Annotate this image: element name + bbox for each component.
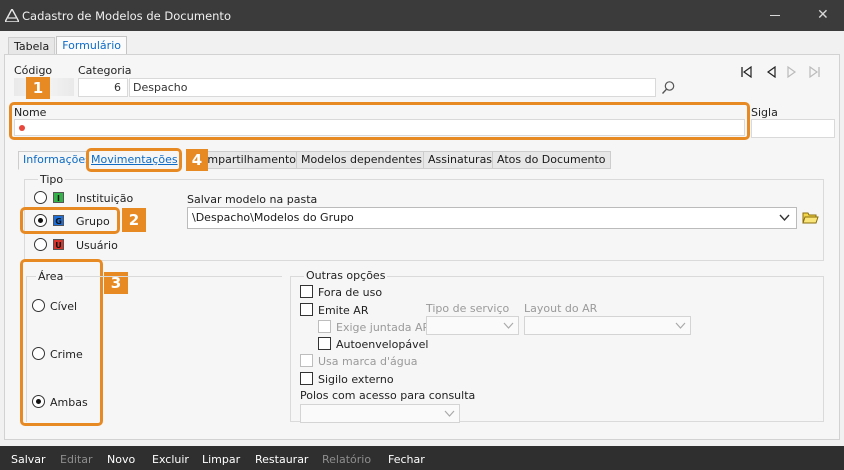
categoria-code-field[interactable]: 6	[78, 78, 128, 97]
outras-opcoes-title: Outras opções	[304, 269, 388, 282]
area-title: Área	[36, 270, 66, 283]
fora-de-uso-label[interactable]: Fora de uso	[318, 286, 382, 299]
tipo-instituicao-radio[interactable]	[34, 191, 47, 204]
next-record-icon	[787, 66, 797, 78]
close-window-button[interactable]: ✕	[817, 8, 829, 22]
nome-field[interactable]	[14, 119, 745, 136]
last-record-icon	[809, 66, 820, 78]
usa-marca-dagua-checkbox	[300, 354, 313, 367]
instituicao-icon: I	[53, 192, 64, 203]
novo-button[interactable]: Novo	[107, 453, 135, 466]
area-ambas-radio[interactable]	[32, 395, 45, 408]
folder-open-icon[interactable]	[801, 208, 819, 226]
pasta-label: Salvar modelo na pasta	[187, 193, 318, 206]
badge-2: 2	[122, 208, 146, 232]
tab-informacoes[interactable]: Informações	[18, 151, 96, 170]
layout-ar-select	[524, 316, 691, 335]
tipo-servico-select	[426, 316, 519, 335]
chevron-down-icon	[779, 214, 790, 222]
sigla-label: Sigla	[751, 106, 778, 119]
restaurar-button[interactable]: Restaurar	[255, 453, 308, 466]
categoria-label: Categoria	[78, 64, 132, 77]
grupo-icon: G	[53, 215, 64, 226]
layout-ar-label: Layout do AR	[524, 302, 598, 315]
emite-ar-label[interactable]: Emite AR	[318, 304, 368, 317]
polos-select	[300, 404, 460, 423]
tab-atos-do-documento[interactable]: Atos do Documento	[492, 151, 611, 169]
title-bar: Cadastro de Modelos de Documento ✕	[0, 0, 844, 31]
area-crime-label[interactable]: Crime	[50, 348, 83, 361]
categoria-name-field[interactable]: Despacho	[129, 78, 656, 97]
tipo-usuario-radio[interactable]	[34, 238, 47, 251]
tab-movimentacoes[interactable]: Movimentações	[91, 153, 178, 166]
sigla-field[interactable]	[751, 119, 835, 138]
tipo-grupo-label[interactable]: Grupo	[76, 215, 110, 228]
emite-ar-checkbox[interactable]	[300, 303, 313, 316]
usuario-icon: U	[53, 239, 64, 250]
tab-formulario[interactable]: Formulário	[56, 36, 127, 55]
badge-1: 1	[26, 77, 50, 99]
tipo-usuario-label[interactable]: Usuário	[76, 239, 118, 252]
area-ambas-label[interactable]: Ambas	[50, 396, 88, 409]
usa-marca-dagua-label: Usa marca d'água	[318, 355, 418, 368]
area-crime-radio[interactable]	[32, 347, 45, 360]
exige-juntada-ar-label: Exige juntada AR	[336, 321, 431, 334]
sigilo-externo-label[interactable]: Sigilo externo	[318, 373, 394, 386]
tipo-servico-label: Tipo de serviço	[426, 302, 510, 315]
app-logo-icon	[5, 9, 19, 22]
editar-button: Editar	[60, 453, 93, 466]
tab-modelos-dependentes[interactable]: Modelos dependentes	[296, 151, 427, 169]
tipo-grupo-radio[interactable]	[34, 214, 47, 227]
search-icon[interactable]	[661, 80, 676, 95]
excluir-button[interactable]: Excluir	[152, 453, 189, 466]
previous-record-icon[interactable]	[765, 66, 777, 78]
first-record-icon[interactable]	[740, 66, 753, 78]
tab-assinaturas[interactable]: Assinaturas	[423, 151, 498, 169]
codigo-label: Código	[14, 64, 53, 77]
tipo-title: Tipo	[38, 173, 66, 186]
sigilo-externo-checkbox[interactable]	[300, 372, 313, 385]
tab-tabela[interactable]: Tabela	[8, 37, 56, 55]
tipo-instituicao-label[interactable]: Instituição	[76, 192, 133, 205]
exige-juntada-ar-checkbox	[318, 320, 331, 333]
chevron-down-icon	[675, 322, 686, 329]
salvar-button[interactable]: Salvar	[11, 453, 46, 466]
autoenvelopavel-checkbox[interactable]	[318, 337, 331, 350]
area-civel-label[interactable]: Cível	[50, 300, 77, 313]
window-title: Cadastro de Modelos de Documento	[22, 9, 231, 23]
limpar-button[interactable]: Limpar	[202, 453, 240, 466]
badge-4: 4	[186, 149, 208, 171]
area-civel-radio[interactable]	[32, 299, 45, 312]
pasta-value: \Despacho\Modelos do Grupo	[192, 211, 354, 224]
polos-label: Polos com acesso para consulta	[300, 389, 476, 402]
nome-label: Nome	[14, 106, 47, 119]
pasta-select[interactable]: \Despacho\Modelos do Grupo	[187, 207, 797, 229]
chevron-down-icon	[503, 322, 514, 329]
chevron-down-icon	[444, 410, 455, 417]
required-indicator-icon	[19, 125, 25, 131]
relatorio-button: Relatório	[322, 453, 372, 466]
fechar-button[interactable]: Fechar	[388, 453, 425, 466]
top-tab-bar: Tabela Formulário	[8, 36, 128, 55]
minimize-button[interactable]	[770, 15, 780, 16]
autoenvelopavel-label[interactable]: Autoenvelopável	[336, 338, 428, 351]
fora-de-uso-checkbox[interactable]	[300, 285, 313, 298]
